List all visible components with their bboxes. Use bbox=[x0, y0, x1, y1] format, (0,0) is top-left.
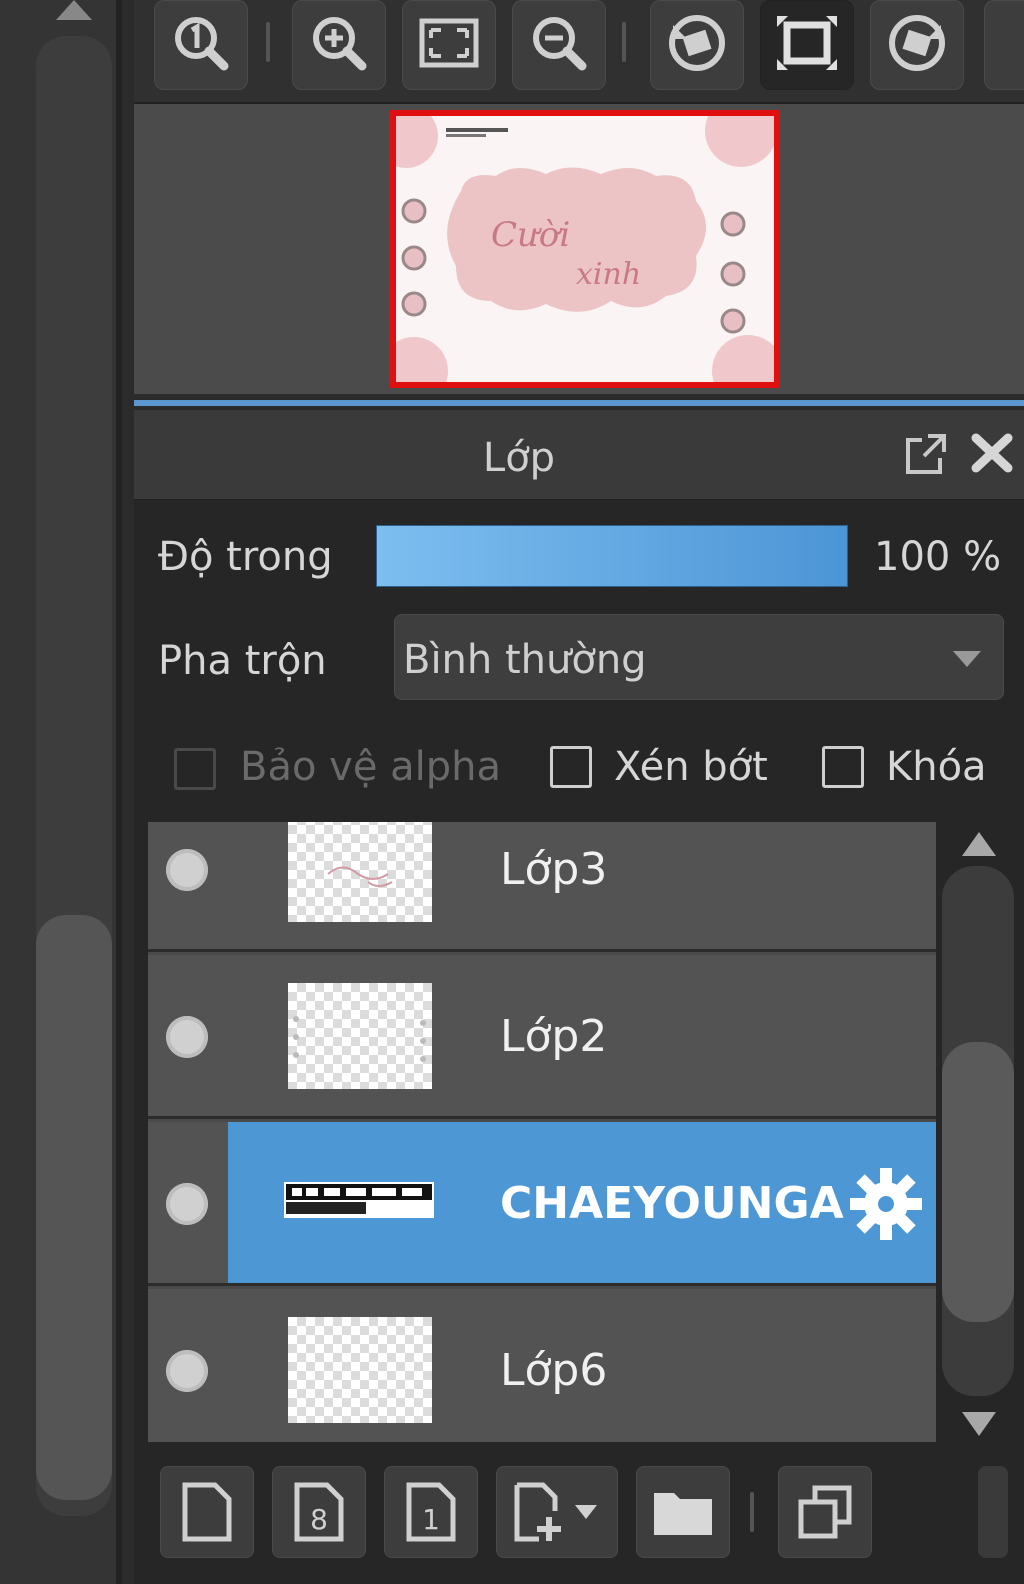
panel-divider bbox=[134, 400, 1024, 406]
visibility-toggle-icon[interactable] bbox=[166, 1350, 208, 1392]
fullscreen-icon bbox=[777, 16, 837, 71]
duplicate-layer-icon bbox=[798, 1485, 852, 1539]
zoom-in-button[interactable] bbox=[292, 0, 386, 90]
lock-checkbox[interactable] bbox=[822, 746, 864, 788]
rotate-left-button[interactable] bbox=[650, 0, 744, 90]
blend-mode-select[interactable]: Bình thường bbox=[394, 614, 1004, 700]
zoom-out-icon bbox=[533, 17, 587, 71]
layer-content-preview bbox=[286, 1184, 432, 1214]
scroll-down-arrow-icon[interactable] bbox=[962, 1412, 996, 1436]
chevron-down-icon bbox=[953, 651, 981, 667]
duplicate-layer-button[interactable] bbox=[778, 1466, 872, 1558]
layer-content-preview bbox=[293, 1016, 426, 1062]
text-layer-gear-icon bbox=[846, 1164, 926, 1244]
undock-panel-button[interactable] bbox=[902, 432, 948, 478]
visibility-toggle-icon[interactable] bbox=[166, 1016, 208, 1058]
new-8bit-layer-button[interactable]: 8 bbox=[272, 1466, 366, 1558]
add-layer-menu-icon bbox=[514, 1482, 597, 1542]
layers-panel-header: Lớp bbox=[134, 410, 1024, 500]
external-window-icon bbox=[906, 434, 946, 474]
lock-label: Khóa bbox=[886, 744, 987, 790]
new-1bit-layer-icon: 1 bbox=[406, 1482, 456, 1542]
zoom-in-icon bbox=[313, 17, 367, 71]
protect-alpha-label: Bảo vệ alpha bbox=[240, 744, 502, 790]
new-folder-button[interactable] bbox=[636, 1466, 730, 1558]
zoom-actual-icon bbox=[175, 17, 229, 71]
layer-name: Lớp3 bbox=[500, 844, 608, 895]
layer-thumbnail bbox=[288, 1317, 432, 1423]
blend-label: Pha trộn bbox=[158, 638, 327, 684]
scroll-up-arrow-icon[interactable] bbox=[962, 832, 996, 856]
blend-mode-value: Bình thường bbox=[403, 637, 647, 683]
fullscreen-button[interactable] bbox=[760, 0, 854, 90]
layer-row[interactable]: Lớp3 bbox=[148, 822, 936, 952]
clip-label: Xén bớt bbox=[614, 744, 768, 790]
layer-list-scroll-thumb[interactable] bbox=[942, 1042, 1014, 1322]
canvas-thumbnail: Cười xinh bbox=[396, 116, 774, 382]
layer-name: Lớp2 bbox=[500, 1011, 608, 1062]
toolbar-separator bbox=[622, 22, 626, 62]
preview-text-line2: xinh bbox=[576, 257, 641, 292]
new-layer-button[interactable] bbox=[160, 1466, 254, 1558]
fit-screen-icon bbox=[419, 18, 479, 68]
layer-row[interactable]: Lớp6 bbox=[148, 1289, 936, 1442]
rotate-left-icon bbox=[669, 15, 725, 72]
layer-thumbnail bbox=[288, 822, 432, 922]
close-panel-button[interactable] bbox=[970, 430, 1014, 476]
opacity-label: Độ trong bbox=[158, 534, 333, 580]
svg-text:8: 8 bbox=[310, 1503, 328, 1536]
layer-row-selected[interactable]: CHAEYOUNGA bbox=[148, 1122, 936, 1286]
scroll-up-arrow-icon[interactable] bbox=[56, 0, 92, 20]
visibility-toggle-icon[interactable] bbox=[166, 1183, 208, 1225]
zoom-out-button[interactable] bbox=[512, 0, 606, 90]
preview-text-line1: Cười bbox=[491, 215, 570, 255]
clip-checkbox[interactable] bbox=[550, 746, 592, 788]
layer-row[interactable]: Lớp2 bbox=[148, 955, 936, 1119]
add-layer-menu-button[interactable] bbox=[496, 1466, 618, 1558]
left-scrollbar-thumb[interactable] bbox=[36, 915, 112, 1500]
new-8bit-layer-icon: 8 bbox=[294, 1482, 344, 1542]
layer-name: CHAEYOUNGA bbox=[500, 1178, 844, 1229]
fit-screen-button[interactable] bbox=[402, 0, 496, 90]
toolbar-separator bbox=[750, 1492, 754, 1532]
close-icon bbox=[971, 433, 1013, 473]
toolbar-separator bbox=[266, 22, 270, 62]
rotate-right-icon bbox=[889, 15, 945, 72]
opacity-value: 100 % bbox=[874, 534, 1002, 580]
zoom-actual-button[interactable] bbox=[154, 0, 248, 90]
protect-alpha-checkbox[interactable] bbox=[174, 748, 216, 790]
layer-thumbnail bbox=[288, 983, 432, 1089]
folder-icon bbox=[654, 1493, 712, 1535]
layer-list[interactable]: Lớp3 Lớp2 CHAEYOUNGA Lớp6 bbox=[148, 822, 936, 1442]
rotate-right-button[interactable] bbox=[870, 0, 964, 90]
new-1bit-layer-button[interactable]: 1 bbox=[384, 1466, 478, 1558]
visibility-toggle-icon[interactable] bbox=[166, 849, 208, 891]
bottom-toolbar-overflow[interactable] bbox=[978, 1466, 1008, 1558]
panel-title: Lớp bbox=[482, 435, 556, 481]
layer-content-preview bbox=[327, 866, 393, 887]
layer-name: Lớp6 bbox=[500, 1345, 608, 1396]
more-tools-button[interactable] bbox=[984, 0, 1024, 90]
opacity-slider[interactable] bbox=[376, 525, 848, 587]
svg-text:1: 1 bbox=[422, 1503, 440, 1536]
layer-thumbnail bbox=[284, 1182, 434, 1218]
new-layer-icon bbox=[182, 1482, 232, 1542]
navigator-preview[interactable]: Cười xinh bbox=[390, 110, 780, 388]
